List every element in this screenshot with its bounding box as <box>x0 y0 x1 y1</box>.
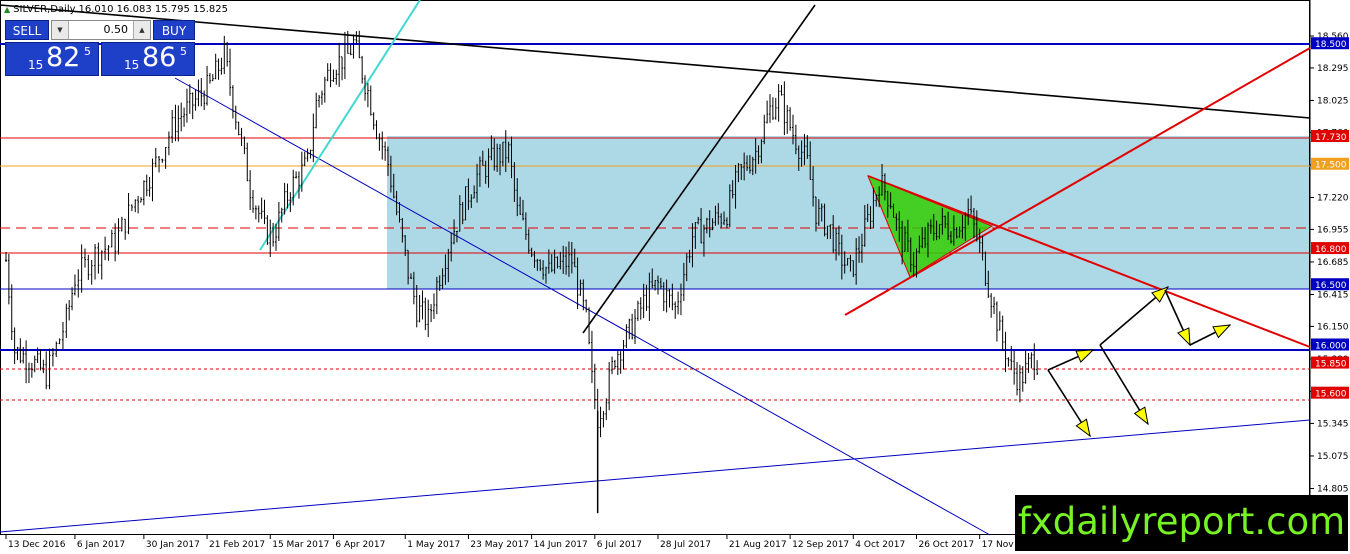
x-tick-label: 1 May 2017 <box>407 540 460 550</box>
x-tick-label: 6 Apr 2017 <box>335 540 385 550</box>
lot-decrease-icon[interactable]: ▼ <box>52 21 69 39</box>
symbol-ohlc: 16.010 16.083 15.795 15.825 <box>78 3 229 15</box>
y-tick-label: 16.150 <box>1317 322 1349 332</box>
sell-button[interactable]: SELL <box>5 20 49 40</box>
y-tick-label: 16.415 <box>1317 290 1349 300</box>
one-click-trade-panel: SELL ▼ 0.50 ▲ BUY 15 82 5 15 86 5 <box>5 20 195 76</box>
x-tick-label: 12 Sep 2017 <box>792 540 849 550</box>
sell-quote[interactable]: 15 82 5 <box>5 42 99 76</box>
lot-size-value[interactable]: 0.50 <box>104 21 129 39</box>
level-tag-label: 15.600 <box>1315 390 1347 400</box>
y-tick-label: 14.805 <box>1317 484 1349 494</box>
sell-quote-prefix: 15 <box>28 58 44 72</box>
x-axis-ticks: 13 Dec 2016 6 Jan 2017 30 Jan 2017 21 Feb 2… <box>5 535 1039 550</box>
y-tick-label: 15.345 <box>1317 419 1349 429</box>
level-tag-label: 15.850 <box>1315 360 1347 370</box>
level-tag-label: 16.800 <box>1315 245 1347 255</box>
y-tick-label: 15.075 <box>1317 452 1349 462</box>
y-tick-label: 16.685 <box>1317 258 1349 268</box>
x-tick-label: 21 Aug 2017 <box>729 540 787 550</box>
buy-quote-sup: 5 <box>180 45 187 58</box>
forecast-arrows <box>1047 286 1232 438</box>
x-tick-label: 23 May 2017 <box>470 540 529 550</box>
x-tick-label: 30 Jan 2017 <box>146 540 200 550</box>
forecast-arrow-head <box>1177 327 1191 347</box>
sell-quote-big: 82 <box>46 42 81 73</box>
range-zone <box>387 136 1309 289</box>
y-tick-label: 18.295 <box>1317 64 1349 74</box>
x-tick-label: 6 Jan 2017 <box>77 540 125 550</box>
y-axis-ticks: 18.56018.29518.02517.76017.49017.22016.9… <box>1310 32 1349 494</box>
watermark: fxdailyreport.com <box>1015 495 1348 551</box>
lot-size-field[interactable]: ▼ 0.50 ▲ <box>51 20 151 40</box>
forecast-arrow-head <box>1133 406 1149 426</box>
x-tick-label: 13 Dec 2016 <box>8 540 66 550</box>
level-tags: 18.500 17.730 17.500 16.800 16.500 16.000 15.8… <box>1311 37 1349 400</box>
y-tick-label: 16.955 <box>1317 225 1349 235</box>
sell-quote-sup: 5 <box>84 45 91 58</box>
forecast-arrow-head <box>1212 324 1232 339</box>
buy-quote[interactable]: 15 86 5 <box>101 42 195 76</box>
symbol-title: SILVER,Daily <box>13 3 76 15</box>
level-tag-label: 17.500 <box>1315 161 1347 171</box>
x-tick-label: 28 Jul 2017 <box>660 540 711 550</box>
symbol-bar: ▲ SILVER,Daily 16.010 16.083 15.795 15.8… <box>4 2 228 16</box>
buy-button[interactable]: BUY <box>153 20 195 40</box>
x-tick-label: 4 Oct 2017 <box>855 540 905 550</box>
long-term-resistance-trendline <box>0 4 1311 119</box>
forecast-arrow-head <box>1075 418 1091 438</box>
lot-increase-icon[interactable]: ▲ <box>133 21 150 39</box>
level-tag-label: 16.500 <box>1315 281 1347 291</box>
x-tick-label: 15 Mar 2017 <box>272 540 329 550</box>
x-tick-label: 14 Jun 2017 <box>534 540 588 550</box>
level-tag-label: 18.500 <box>1315 40 1347 50</box>
x-tick-label: 21 Feb 2017 <box>209 540 265 550</box>
y-tick-label: 18.025 <box>1317 96 1349 106</box>
expand-triangle-icon[interactable]: ▲ <box>4 5 10 14</box>
price-chart: 18.56018.29518.02517.76017.49017.22016.9… <box>0 0 1349 550</box>
level-tag-label: 17.730 <box>1315 133 1347 143</box>
buy-quote-prefix: 15 <box>124 58 140 72</box>
x-tick-label: 26 Oct 2017 <box>918 540 974 550</box>
y-tick-label: 17.220 <box>1317 193 1349 203</box>
x-tick-label: 6 Jul 2017 <box>597 540 642 550</box>
forecast-arrow-head <box>1075 349 1095 363</box>
buy-quote-big: 86 <box>142 42 177 73</box>
level-tag-label: 16.000 <box>1315 341 1347 351</box>
